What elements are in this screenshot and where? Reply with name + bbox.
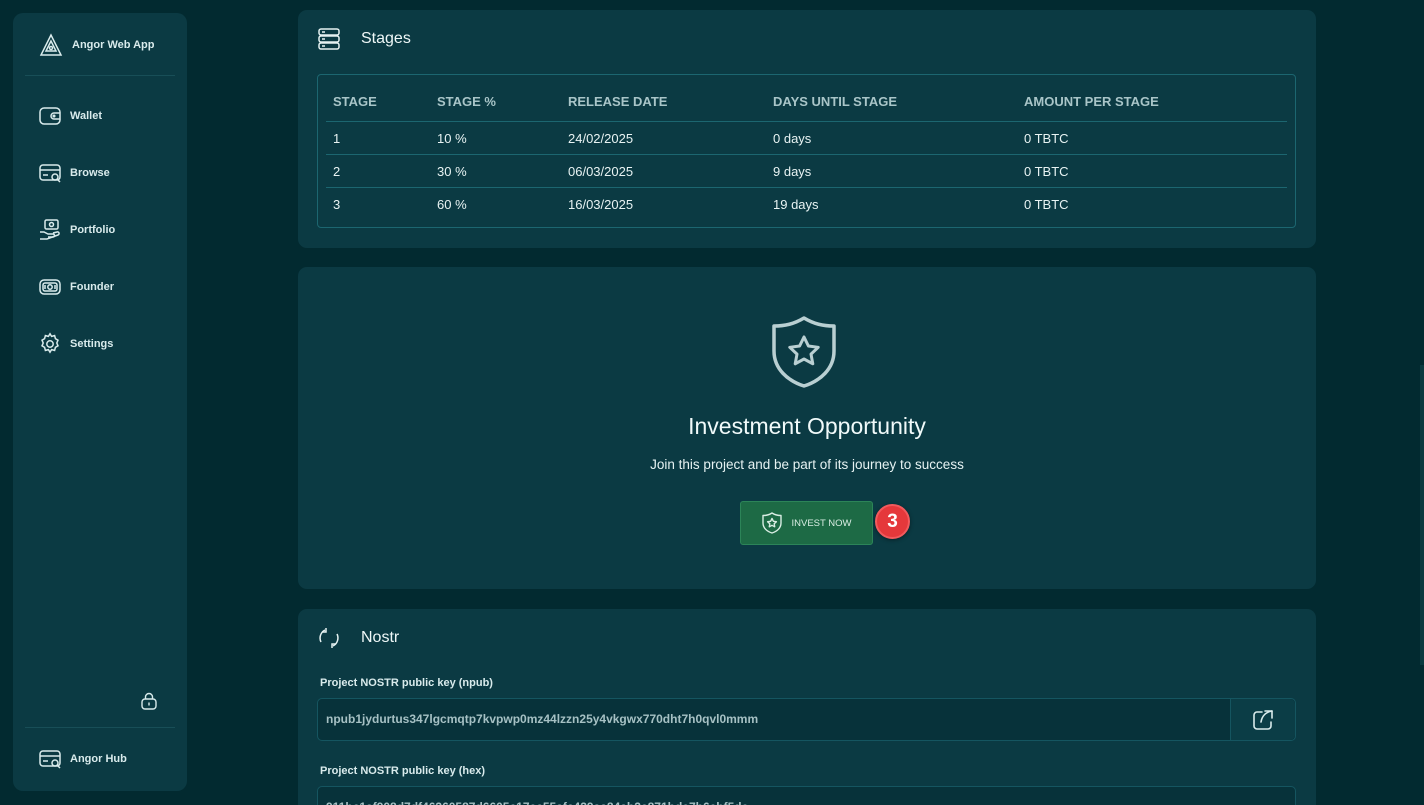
table-row: 1 10 % 24/02/2025 0 days 0 TBTC xyxy=(326,130,1287,146)
step-badge: 3 xyxy=(875,504,910,539)
nostr-title: Nostr xyxy=(361,629,400,646)
cell-days-until: 0 days xyxy=(773,130,812,146)
npub-field[interactable]: npub1jydurtus347lgcmqtp7kvpwp0mz44lzzn25… xyxy=(317,698,1296,741)
sidebar: Angor Web App Wallet Browse Portfolio Fo… xyxy=(13,13,187,791)
column-header: AMOUNT PER STAGE xyxy=(1024,93,1159,109)
table-header-row: STAGE STAGE % RELEASE DATE DAYS UNTIL ST… xyxy=(326,93,1287,109)
divider xyxy=(25,727,175,728)
cell-release-date: 06/03/2025 xyxy=(568,163,634,179)
sidebar-item-label: Wallet xyxy=(70,110,102,122)
column-header: RELEASE DATE xyxy=(568,93,668,109)
cell-amount: 0 TBTC xyxy=(1024,163,1069,179)
column-header: STAGE xyxy=(333,93,377,109)
stages-header: Stages xyxy=(317,27,411,51)
lock-icon[interactable] xyxy=(139,691,159,711)
gear-icon xyxy=(38,332,62,356)
column-header: STAGE % xyxy=(437,93,496,109)
brand-label: Angor Web App xyxy=(72,39,155,51)
table-row: 2 30 % 06/03/2025 9 days 0 TBTC xyxy=(326,163,1287,179)
refresh-icon xyxy=(317,626,341,650)
sidebar-item-browse[interactable]: Browse xyxy=(38,161,110,185)
row-divider xyxy=(326,187,1287,188)
column-header: DAYS UNTIL STAGE xyxy=(773,93,898,109)
hex-label: Project NOSTR public key (hex) xyxy=(320,765,486,777)
npub-value[interactable]: npub1jydurtus347lgcmqtp7kvpwp0mz44lzzn25… xyxy=(326,712,1226,726)
sidebar-item-label: Angor Hub xyxy=(70,753,127,765)
sidebar-item-wallet[interactable]: Wallet xyxy=(38,104,102,128)
share-npub-button[interactable] xyxy=(1230,699,1295,740)
divider xyxy=(25,75,175,76)
scrollbar[interactable] xyxy=(1420,365,1424,665)
browse-icon xyxy=(38,162,62,184)
sidebar-item-founder[interactable]: Founder xyxy=(38,275,114,299)
sidebar-item-label: Browse xyxy=(70,167,110,179)
portfolio-icon xyxy=(38,218,62,242)
cell-stage: 2 xyxy=(333,163,341,179)
hex-field[interactable]: 911bc1af908d7df46360587d6605c17ec55afc42… xyxy=(317,786,1296,805)
stages-card: Stages STAGE STAGE % RELEASE DATE DAYS U… xyxy=(298,10,1316,248)
table-row: 3 60 % 16/03/2025 19 days 0 TBTC xyxy=(326,196,1287,212)
invest-now-button[interactable]: INVEST NOW xyxy=(740,501,873,545)
investment-card: Investment Opportunity Join this project… xyxy=(298,267,1316,589)
row-divider xyxy=(326,154,1287,155)
nostr-card: Nostr Project NOSTR public key (npub) np… xyxy=(298,609,1316,805)
cell-days-until: 9 days xyxy=(773,163,812,179)
nostr-header: Nostr xyxy=(317,626,399,650)
cell-stage-percent: 10 % xyxy=(437,130,467,146)
investment-subtitle: Join this project and be part of its jou… xyxy=(650,457,964,472)
investment-title: Investment Opportunity xyxy=(688,413,926,439)
stages-table: STAGE STAGE % RELEASE DATE DAYS UNTIL ST… xyxy=(317,74,1296,228)
sidebar-item-label: Founder xyxy=(70,281,114,293)
row-divider xyxy=(326,121,1287,122)
cell-release-date: 24/02/2025 xyxy=(568,130,634,146)
share-icon xyxy=(1250,707,1276,733)
shield-star-icon xyxy=(761,512,782,534)
angor-logo-icon xyxy=(38,33,64,57)
cell-amount: 0 TBTC xyxy=(1024,130,1069,146)
cell-stage: 3 xyxy=(333,196,341,212)
sidebar-item-settings[interactable]: Settings xyxy=(38,332,113,356)
cell-stage-percent: 30 % xyxy=(437,163,467,179)
founder-icon xyxy=(38,276,62,298)
hex-value[interactable]: 911bc1af908d7df46360587d6605c17ec55afc42… xyxy=(326,800,1226,805)
hub-icon xyxy=(38,748,62,770)
sidebar-item-angor-hub[interactable]: Angor Hub xyxy=(38,747,127,771)
sidebar-item-label: Portfolio xyxy=(70,224,116,236)
shield-star-icon xyxy=(770,315,838,389)
server-stack-icon xyxy=(317,27,341,51)
brand[interactable]: Angor Web App xyxy=(38,33,155,57)
wallet-icon xyxy=(38,105,62,127)
invest-now-label: INVEST NOW xyxy=(791,517,852,529)
stages-title: Stages xyxy=(361,30,411,47)
cell-stage: 1 xyxy=(333,130,341,146)
cell-release-date: 16/03/2025 xyxy=(568,196,634,212)
cell-stage-percent: 60 % xyxy=(437,196,467,212)
cell-days-until: 19 days xyxy=(773,196,819,212)
npub-label: Project NOSTR public key (npub) xyxy=(320,677,493,689)
cell-amount: 0 TBTC xyxy=(1024,196,1069,212)
sidebar-item-portfolio[interactable]: Portfolio xyxy=(38,218,115,242)
sidebar-item-label: Settings xyxy=(70,338,114,350)
